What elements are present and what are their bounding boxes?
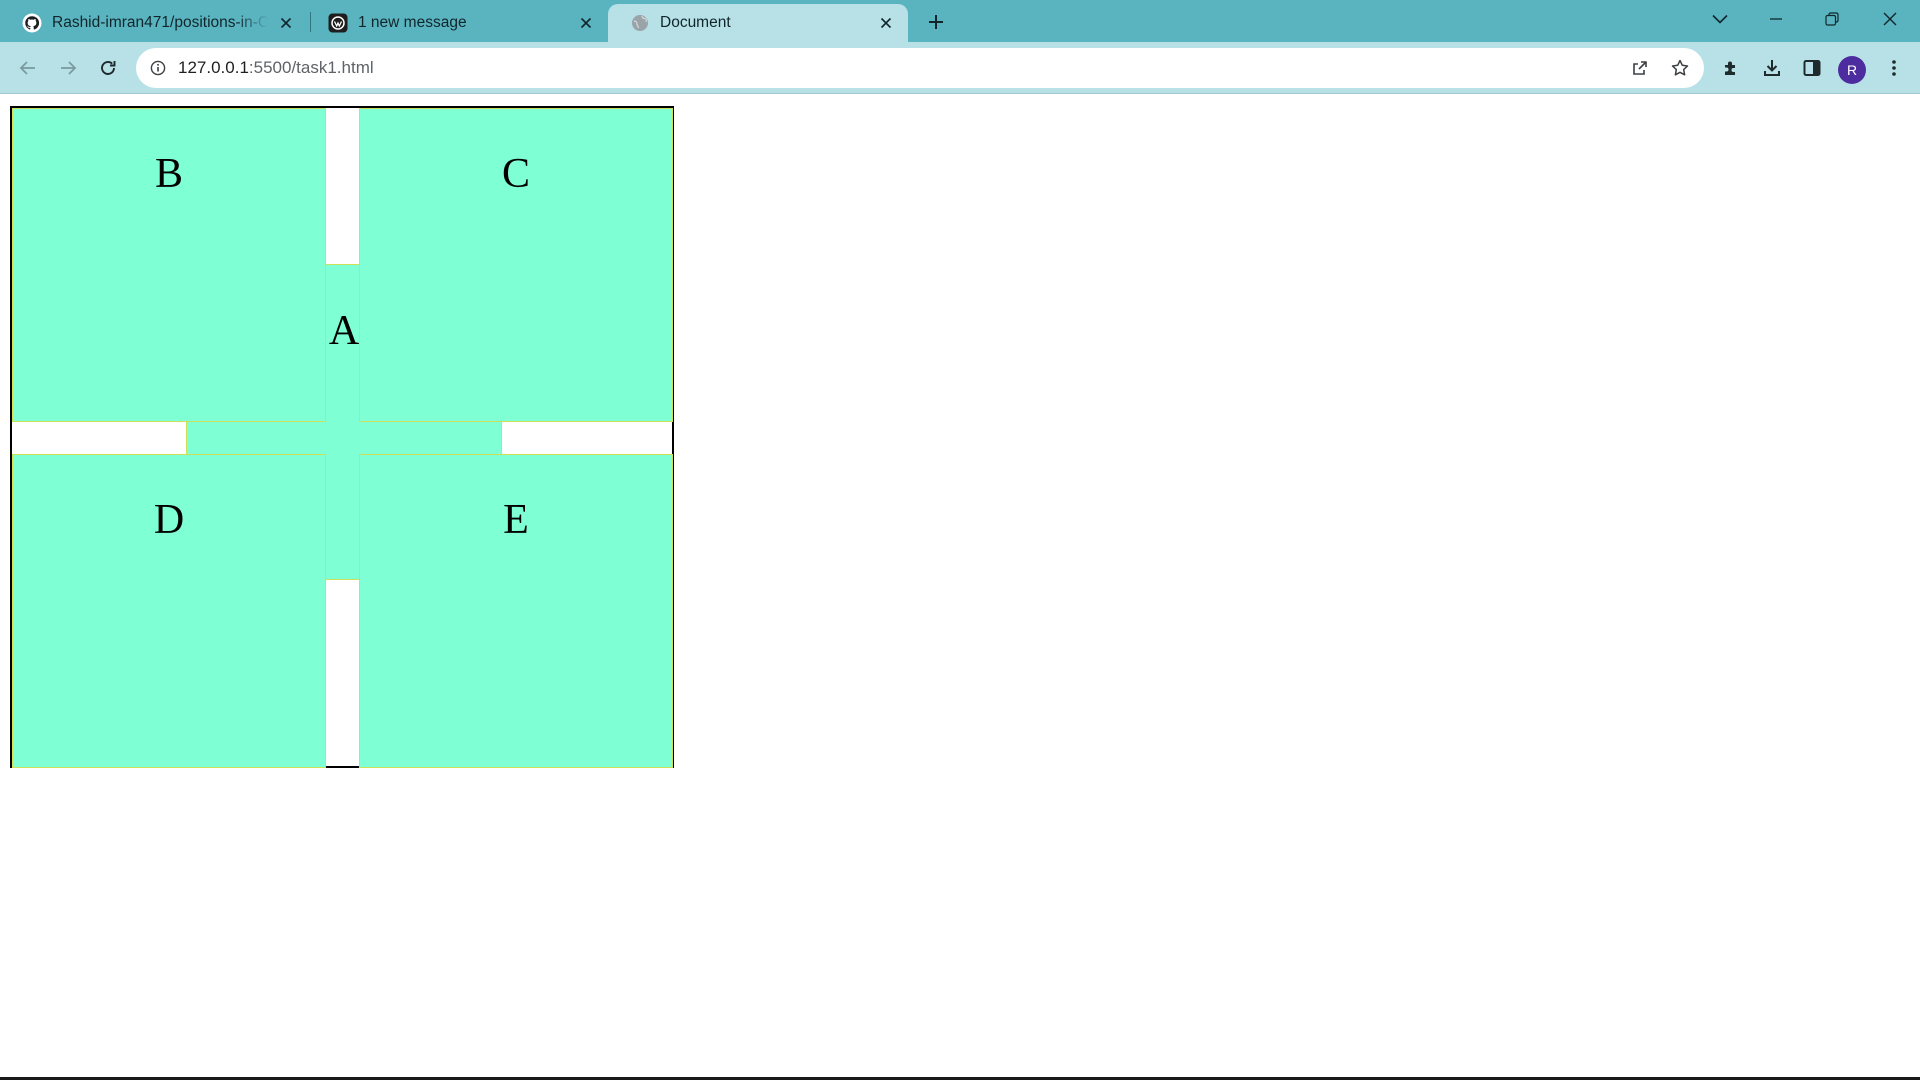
restore-button[interactable] bbox=[1804, 0, 1860, 38]
extensions-button[interactable] bbox=[1715, 52, 1747, 84]
box-b-label: B bbox=[154, 151, 183, 197]
box-e-label: E bbox=[503, 497, 529, 543]
url-text[interactable]: 127.0.0.1:5500/task1.html bbox=[178, 58, 374, 78]
minimize-button[interactable] bbox=[1748, 0, 1804, 38]
tab-document[interactable]: Document bbox=[608, 4, 908, 42]
page-viewport: A B C D E bbox=[0, 95, 1920, 1080]
box-c: C bbox=[359, 108, 673, 422]
browser-toolbar: 127.0.0.1:5500/task1.html R bbox=[0, 42, 1920, 94]
tab-search-button[interactable] bbox=[1692, 0, 1748, 38]
back-button[interactable] bbox=[12, 52, 44, 84]
box-d-label: D bbox=[153, 497, 185, 543]
avatar[interactable]: R bbox=[1838, 56, 1866, 84]
mail-app-icon bbox=[328, 13, 348, 33]
tab-mail[interactable]: 1 new message bbox=[306, 4, 608, 42]
side-panel-icon bbox=[1803, 60, 1821, 76]
bookmark-button[interactable] bbox=[1664, 52, 1696, 84]
tab-strip: Rashid-imran471/positions-in-C 1 new mes… bbox=[0, 0, 1920, 42]
share-button[interactable] bbox=[1624, 52, 1656, 84]
box-e: E bbox=[359, 454, 673, 768]
url-host: 127.0.0.1 bbox=[178, 58, 249, 77]
chevron-down-icon bbox=[1712, 14, 1728, 24]
box-b: B bbox=[12, 108, 326, 422]
more-vertical-icon bbox=[1892, 60, 1896, 76]
restore-icon bbox=[1825, 12, 1839, 26]
download-icon bbox=[1764, 60, 1780, 76]
tab-title: Document bbox=[660, 14, 731, 31]
plus-icon bbox=[929, 15, 943, 29]
box-c-label: C bbox=[501, 151, 530, 197]
github-icon bbox=[22, 13, 42, 33]
downloads-button[interactable] bbox=[1756, 52, 1788, 84]
address-bar[interactable]: 127.0.0.1:5500/task1.html bbox=[136, 48, 1704, 88]
close-tab-icon[interactable] bbox=[576, 13, 596, 33]
forward-button[interactable] bbox=[52, 52, 84, 84]
info-icon[interactable] bbox=[148, 58, 168, 78]
positioning-container: A B C D E bbox=[10, 106, 674, 768]
tab-title: 1 new message bbox=[358, 14, 467, 31]
side-panel-button[interactable] bbox=[1796, 52, 1828, 84]
box-d: D bbox=[12, 454, 326, 768]
tab-github[interactable]: Rashid-imran471/positions-in-C bbox=[0, 4, 308, 42]
url-path: :5500/task1.html bbox=[248, 58, 374, 77]
arrow-left-icon bbox=[19, 61, 35, 75]
arrow-right-icon bbox=[61, 61, 77, 75]
close-window-button[interactable] bbox=[1862, 0, 1918, 38]
reload-button[interactable] bbox=[92, 52, 124, 84]
puzzle-icon bbox=[1725, 61, 1735, 75]
tab-title: Rashid-imran471/positions-in-C bbox=[52, 14, 268, 31]
close-icon bbox=[1883, 12, 1897, 26]
star-icon bbox=[1671, 59, 1689, 76]
menu-button[interactable] bbox=[1878, 52, 1910, 84]
new-tab-button[interactable] bbox=[920, 6, 952, 38]
close-tab-icon[interactable] bbox=[876, 13, 896, 33]
close-tab-icon[interactable] bbox=[276, 13, 296, 33]
share-icon bbox=[1633, 61, 1647, 75]
reload-icon bbox=[101, 61, 116, 75]
minimize-icon bbox=[1770, 18, 1782, 20]
globe-icon bbox=[630, 13, 650, 33]
